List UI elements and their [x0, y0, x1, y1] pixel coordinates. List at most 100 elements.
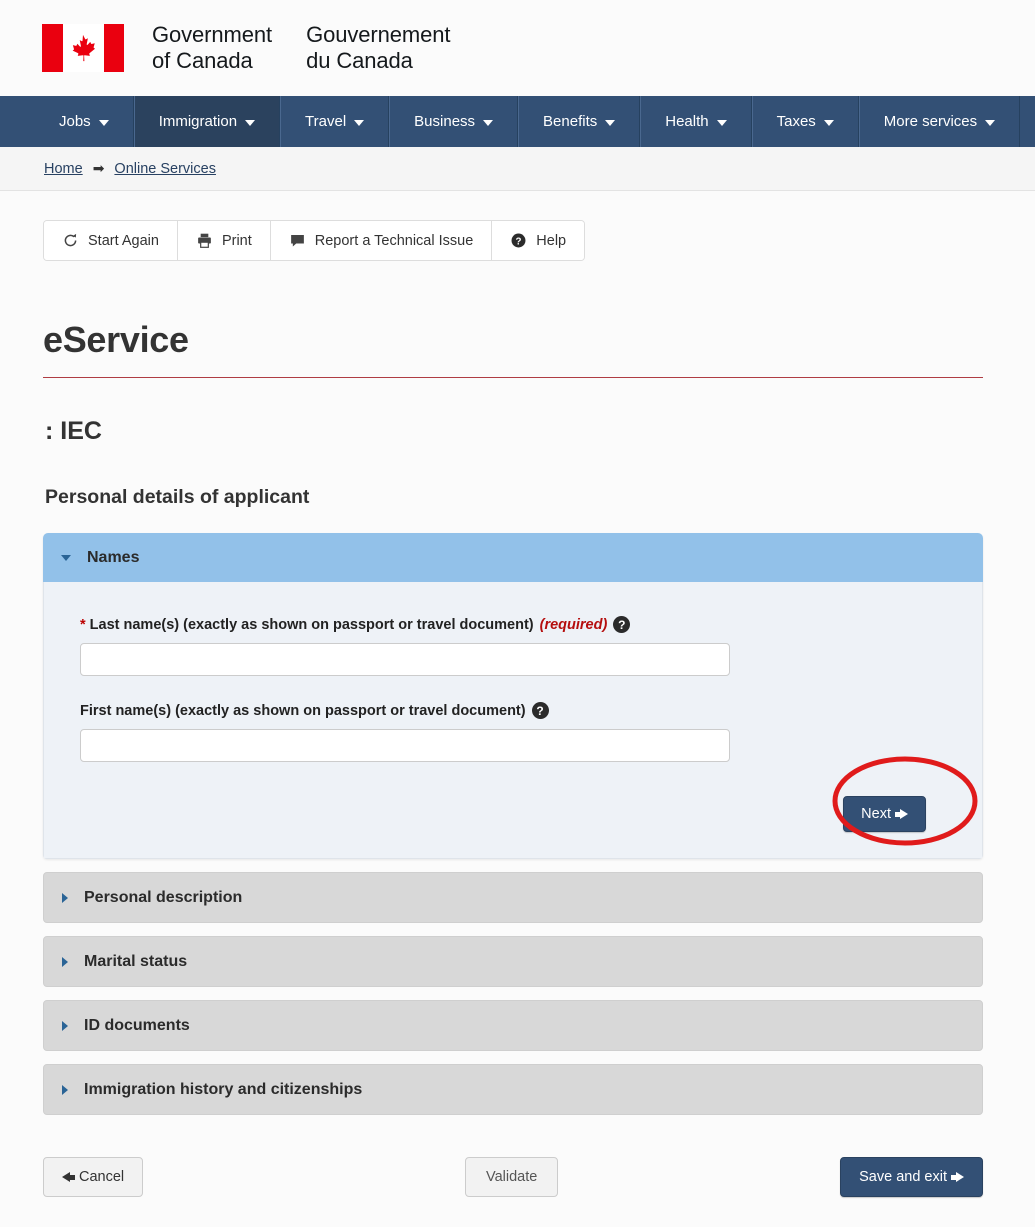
chevron-down-icon: [985, 119, 996, 126]
section-heading: Personal details of applicant: [45, 486, 310, 508]
validate-button[interactable]: Validate: [464, 1157, 559, 1197]
label-text-last-name: Last name(s) (exactly as shown on passpo…: [89, 616, 534, 633]
action-toolbar: Start Again Print Report a Technical Issue…: [43, 220, 586, 261]
required-tag-last-name: (required): [539, 616, 608, 633]
first-name-input[interactable]: [80, 729, 730, 762]
arrow-right-icon: [895, 809, 908, 819]
toolbar-button-label: Report a Technical Issue: [314, 232, 474, 249]
main-navigation: Jobs Immigration Travel Business Benefits Hea…: [0, 96, 1035, 147]
page-subtitle: : IEC: [45, 417, 102, 445]
refresh-icon: [62, 232, 79, 249]
accordion-label: ID documents: [84, 1017, 190, 1034]
nav-item-benefits[interactable]: Benefits: [518, 96, 641, 147]
chevron-down-icon: [823, 119, 834, 126]
nav-item-label: More services: [883, 113, 978, 130]
chevron-right-icon: [62, 1085, 68, 1095]
toolbar-button-label: Start Again: [88, 232, 159, 249]
goc-wordmark: Government of Canada Gouvernement du Can…: [152, 22, 450, 74]
accordion-section-marital-status[interactable]: Marital status: [43, 936, 983, 987]
maple-leaf-icon: [42, 24, 124, 72]
speech-bubble-icon: [289, 232, 306, 249]
chevron-down-icon: [61, 555, 71, 561]
field-first-name: First name(s) (exactly as shown on passp…: [80, 702, 946, 762]
question-circle-icon[interactable]: ?: [613, 616, 631, 633]
accordion-body-names: * Last name(s) (exactly as shown on pass…: [43, 582, 983, 859]
validate-wrap: Validate: [464, 1157, 559, 1197]
cancel-button-label: Cancel: [79, 1169, 125, 1185]
wordmark-en-line2: of Canada: [152, 48, 253, 73]
chevron-down-icon: [354, 119, 365, 126]
breadcrumb-separator: ➡: [92, 160, 105, 176]
save-and-exit-button[interactable]: Save and exit: [840, 1157, 983, 1197]
accordion-label: Immigration history and citizenships: [84, 1081, 363, 1098]
field-label-last-name: * Last name(s) (exactly as shown on pass…: [80, 616, 946, 633]
chevron-down-icon: [245, 119, 256, 126]
cancel-button[interactable]: Cancel: [43, 1157, 144, 1197]
chevron-down-icon: [605, 119, 616, 126]
toolbar-button-start-again[interactable]: Start Again: [44, 221, 178, 260]
nav-item-label: Taxes: [776, 113, 816, 130]
next-button-label: Next: [861, 806, 891, 822]
accordion-label: Personal description: [84, 889, 243, 906]
chevron-down-icon: [716, 119, 727, 126]
canada-flag-icon: [42, 24, 124, 72]
accordion-section-immigration-history-and-citizenships[interactable]: Immigration history and citizenships: [43, 1064, 983, 1115]
field-label-first-name: First name(s) (exactly as shown on passp…: [80, 702, 946, 719]
nav-item-label: Health: [665, 113, 709, 130]
nav-item-more-services[interactable]: More services: [858, 96, 1021, 147]
nav-item-label: Immigration: [158, 113, 238, 130]
brand-header: Government of Canada Gouvernement du Can…: [0, 0, 1035, 96]
page-title: eService: [43, 319, 983, 378]
nav-item-travel[interactable]: Travel: [280, 96, 390, 147]
next-button-row: Next: [80, 796, 946, 832]
last-name-input[interactable]: [80, 643, 730, 676]
field-last-name: * Last name(s) (exactly as shown on pass…: [80, 616, 946, 676]
required-asterisk: *: [80, 616, 86, 633]
accordion-section-names: Names * Last name(s) (exactly as shown o…: [43, 533, 983, 859]
nav-item-taxes[interactable]: Taxes: [751, 96, 859, 147]
nav-item-label: Benefits: [543, 113, 598, 130]
accordion-label-names: Names: [87, 549, 140, 566]
wordmark-french: Gouvernement du Canada: [306, 22, 450, 74]
toolbar-button-report-a-technical-issue[interactable]: Report a Technical Issue: [270, 221, 493, 260]
label-text-first-name: First name(s) (exactly as shown on passp…: [80, 702, 526, 719]
accordion-section-id-documents[interactable]: ID documents: [43, 1000, 983, 1051]
toolbar-button-print[interactable]: Print: [177, 221, 271, 260]
main-content: Start Again Print Report a Technical Issue…: [0, 220, 1035, 1227]
nav-item-jobs[interactable]: Jobs: [35, 96, 134, 147]
chevron-right-icon: [62, 957, 68, 967]
wordmark-en-line1: Government: [152, 22, 273, 48]
chevron-right-icon: [62, 893, 68, 903]
toolbar-button-label: Help: [536, 232, 567, 249]
footer-actions: Cancel Validate Save and exit: [43, 1157, 983, 1227]
collapsed-sections: Personal description Marital status ID doc…: [43, 872, 983, 1115]
nav-item-label: Travel: [305, 113, 347, 130]
nav-item-immigration[interactable]: Immigration: [133, 96, 281, 147]
accordion-section-personal-description[interactable]: Personal description: [43, 872, 983, 923]
toolbar-button-help[interactable]: ? Help: [492, 221, 585, 260]
chevron-down-icon: [483, 119, 494, 126]
question-circle-icon: ?: [510, 232, 527, 249]
accordion-header-names[interactable]: Names: [43, 533, 983, 582]
question-circle-icon[interactable]: ?: [531, 702, 549, 719]
breadcrumb: Home ➡ Online Services: [0, 147, 1035, 191]
save-button-label: Save and exit: [859, 1169, 947, 1185]
breadcrumb-link-home[interactable]: Home: [44, 161, 83, 177]
next-button[interactable]: Next: [843, 796, 926, 832]
arrow-right-icon: [951, 1172, 964, 1182]
validate-button-label: Validate: [485, 1169, 538, 1185]
breadcrumb-link-online-services[interactable]: Online Services: [114, 161, 216, 177]
chevron-down-icon: [98, 119, 109, 126]
wordmark-fr-line2: du Canada: [306, 48, 413, 73]
wordmark-fr-line1: Gouvernement: [306, 22, 451, 48]
svg-text:?: ?: [516, 236, 522, 247]
wordmark-english: Government of Canada: [152, 22, 272, 74]
page-root: Government of Canada Gouvernement du Can…: [0, 0, 1035, 1227]
nav-item-label: Jobs: [59, 113, 91, 130]
accordion-label: Marital status: [84, 953, 188, 970]
nav-item-business[interactable]: Business: [389, 96, 519, 147]
printer-icon: [196, 232, 213, 249]
toolbar-button-label: Print: [221, 232, 252, 249]
arrow-left-icon: [62, 1172, 75, 1182]
nav-item-health[interactable]: Health: [640, 96, 752, 147]
